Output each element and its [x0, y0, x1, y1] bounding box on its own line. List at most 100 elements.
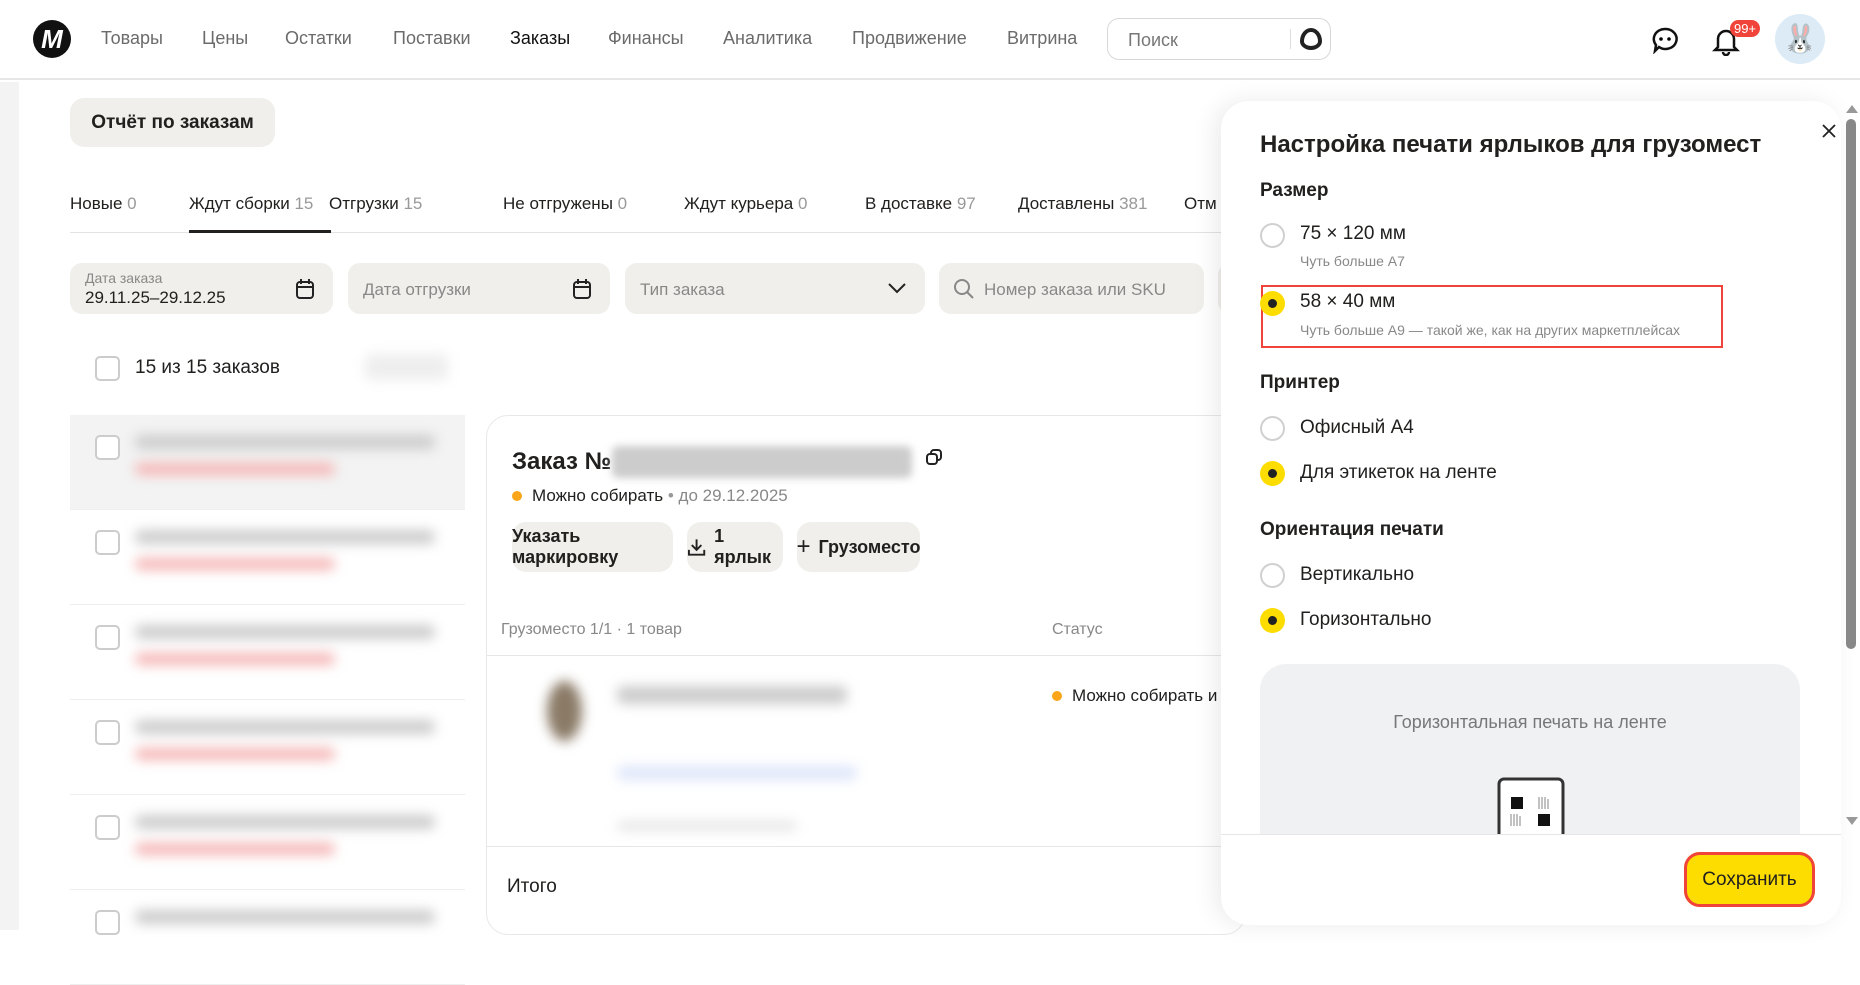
- tab-awaiting-courier[interactable]: Ждут курьера 0: [684, 194, 807, 214]
- divider: [487, 846, 1247, 847]
- copy-icon[interactable]: [925, 448, 943, 466]
- order-date-filter[interactable]: Дата заказа 29.11.25–29.12.25: [70, 263, 333, 314]
- tab-count: 0: [617, 194, 628, 213]
- size-option-label[interactable]: 75 × 120 мм: [1300, 223, 1406, 245]
- size-radio-75x120[interactable]: [1260, 223, 1285, 248]
- order-checkbox[interactable]: [95, 435, 120, 460]
- orientation-radio-vertical[interactable]: [1260, 563, 1285, 588]
- order-checkbox[interactable]: [95, 910, 120, 935]
- blurred-text: [617, 821, 797, 831]
- tab-new[interactable]: Новые 0: [70, 194, 137, 214]
- order-checkbox[interactable]: [95, 720, 120, 745]
- footer-divider: [1221, 834, 1841, 835]
- save-button[interactable]: Сохранить: [1684, 852, 1815, 907]
- orientation-radio-horizontal[interactable]: [1260, 608, 1285, 633]
- orders-count-label: 15 из 15 заказов: [135, 357, 280, 378]
- scrollbar-thumb[interactable]: [1846, 119, 1856, 649]
- product-image: [547, 681, 582, 741]
- order-type-placeholder: Тип заказа: [640, 280, 725, 299]
- status-dot: [1052, 691, 1062, 701]
- tab-label: Отгрузки: [329, 194, 399, 213]
- download-label-button[interactable]: 1 ярлык: [687, 522, 783, 572]
- chat-icon[interactable]: [1651, 26, 1679, 54]
- tab-not-shipped[interactable]: Не отгружены 0: [503, 194, 627, 214]
- printer-radio-label-tape[interactable]: [1260, 461, 1285, 486]
- nav-products[interactable]: Товары: [101, 28, 163, 49]
- tab-delivered[interactable]: Доставлены 381: [1018, 194, 1147, 214]
- download-icon: [687, 539, 706, 556]
- label-print-settings-modal: Настройка печати ярлыков для грузомест Р…: [1221, 101, 1841, 925]
- add-cargo-button[interactable]: + Грузоместо: [797, 522, 921, 572]
- nav-prices[interactable]: Цены: [202, 28, 248, 49]
- size-option-label[interactable]: 58 × 40 мм: [1300, 291, 1395, 313]
- size-radio-58x40[interactable]: [1260, 291, 1285, 316]
- tab-label: Не отгружены: [503, 194, 613, 213]
- nav-finance[interactable]: Финансы: [608, 28, 684, 49]
- ship-date-placeholder: Дата отгрузки: [363, 280, 471, 299]
- order-checkbox[interactable]: [95, 625, 120, 650]
- tab-label: Ждут сборки: [189, 194, 290, 213]
- order-title: Заказ №: [512, 448, 612, 475]
- notifications-badge: 99+: [1730, 20, 1761, 37]
- printer-heading: Принтер: [1260, 372, 1340, 393]
- order-list-item[interactable]: [70, 605, 465, 700]
- ship-date-filter[interactable]: Дата отгрузки: [348, 263, 610, 314]
- tab-cancelled[interactable]: Отм: [1184, 194, 1217, 214]
- orders-report-button[interactable]: Отчёт по заказам: [70, 98, 275, 147]
- tab-label: В доставке: [865, 194, 953, 213]
- order-checkbox[interactable]: [95, 815, 120, 840]
- preview-caption: Горизонтальная печать на ленте: [1393, 712, 1667, 732]
- avatar[interactable]: 🐰: [1775, 14, 1825, 64]
- order-search-placeholder: Номер заказа или SKU: [984, 280, 1166, 299]
- tab-count: 15: [403, 194, 423, 213]
- orientation-option-label[interactable]: Горизонтально: [1300, 609, 1431, 631]
- close-icon[interactable]: [1821, 123, 1837, 139]
- nav-analytics[interactable]: Аналитика: [723, 28, 812, 49]
- row-status: Можно собирать и: [1052, 686, 1217, 706]
- select-all-checkbox[interactable]: [95, 356, 120, 381]
- cargo-label: Грузоместо 1/1: [501, 621, 613, 638]
- printer-radio-office-a4[interactable]: [1260, 416, 1285, 441]
- cargo-header: Грузоместо 1/1 · 1 товар: [501, 621, 682, 638]
- blurred-link: [617, 766, 857, 780]
- search-input[interactable]: Поиск: [1107, 18, 1331, 60]
- blurred-text: [135, 653, 335, 665]
- tab-shipments[interactable]: Отгрузки 15: [329, 194, 422, 214]
- order-date-value: 29.11.25–29.12.25: [85, 288, 226, 307]
- nav-storefront[interactable]: Витрина: [1007, 28, 1077, 49]
- tab-label: Новые: [70, 194, 123, 213]
- search-icon: [954, 279, 974, 299]
- market-logo[interactable]: M: [33, 20, 71, 58]
- scroll-down-arrow[interactable]: [1846, 817, 1858, 825]
- nav-orders[interactable]: Заказы: [510, 28, 570, 49]
- printer-option-label[interactable]: Для этикеток на ленте: [1300, 462, 1497, 484]
- nav-promotion[interactable]: Продвижение: [852, 28, 967, 49]
- blurred-text: [135, 748, 335, 760]
- order-list-item[interactable]: [70, 510, 465, 605]
- order-list-item[interactable]: [70, 700, 465, 795]
- tab-in-delivery[interactable]: В доставке 97: [865, 194, 976, 214]
- specify-marking-button[interactable]: Указать маркировку: [512, 522, 673, 572]
- size-heading: Размер: [1260, 180, 1329, 201]
- nav-stocks[interactable]: Остатки: [285, 28, 352, 49]
- nav-supplies[interactable]: Поставки: [393, 28, 471, 49]
- order-checkbox[interactable]: [95, 530, 120, 555]
- order-type-select[interactable]: Тип заказа: [625, 263, 925, 314]
- blurred-order-number: [612, 446, 912, 478]
- modal-scrollbar[interactable]: [1842, 101, 1858, 831]
- order-list-item[interactable]: [70, 890, 465, 985]
- button-label: 1 ярлык: [714, 526, 772, 567]
- orientation-option-label[interactable]: Вертикально: [1300, 564, 1414, 586]
- order-list-item[interactable]: [70, 415, 465, 510]
- blurred-text: [135, 530, 435, 544]
- order-date-label: Дата заказа: [85, 270, 163, 286]
- scroll-up-arrow[interactable]: [1846, 105, 1858, 113]
- tab-awaiting-assembly[interactable]: Ждут сборки 15: [189, 194, 313, 214]
- order-search-input[interactable]: Номер заказа или SKU: [939, 263, 1204, 314]
- status-text: Можно собирать: [532, 486, 664, 505]
- orientation-heading: Ориентация печати: [1260, 519, 1444, 540]
- order-list-item[interactable]: [70, 795, 465, 890]
- alice-icon[interactable]: [1300, 28, 1322, 50]
- printer-option-label[interactable]: Офисный A4: [1300, 417, 1414, 439]
- top-header: M Товары Цены Остатки Поставки Заказы Фи…: [0, 0, 1860, 80]
